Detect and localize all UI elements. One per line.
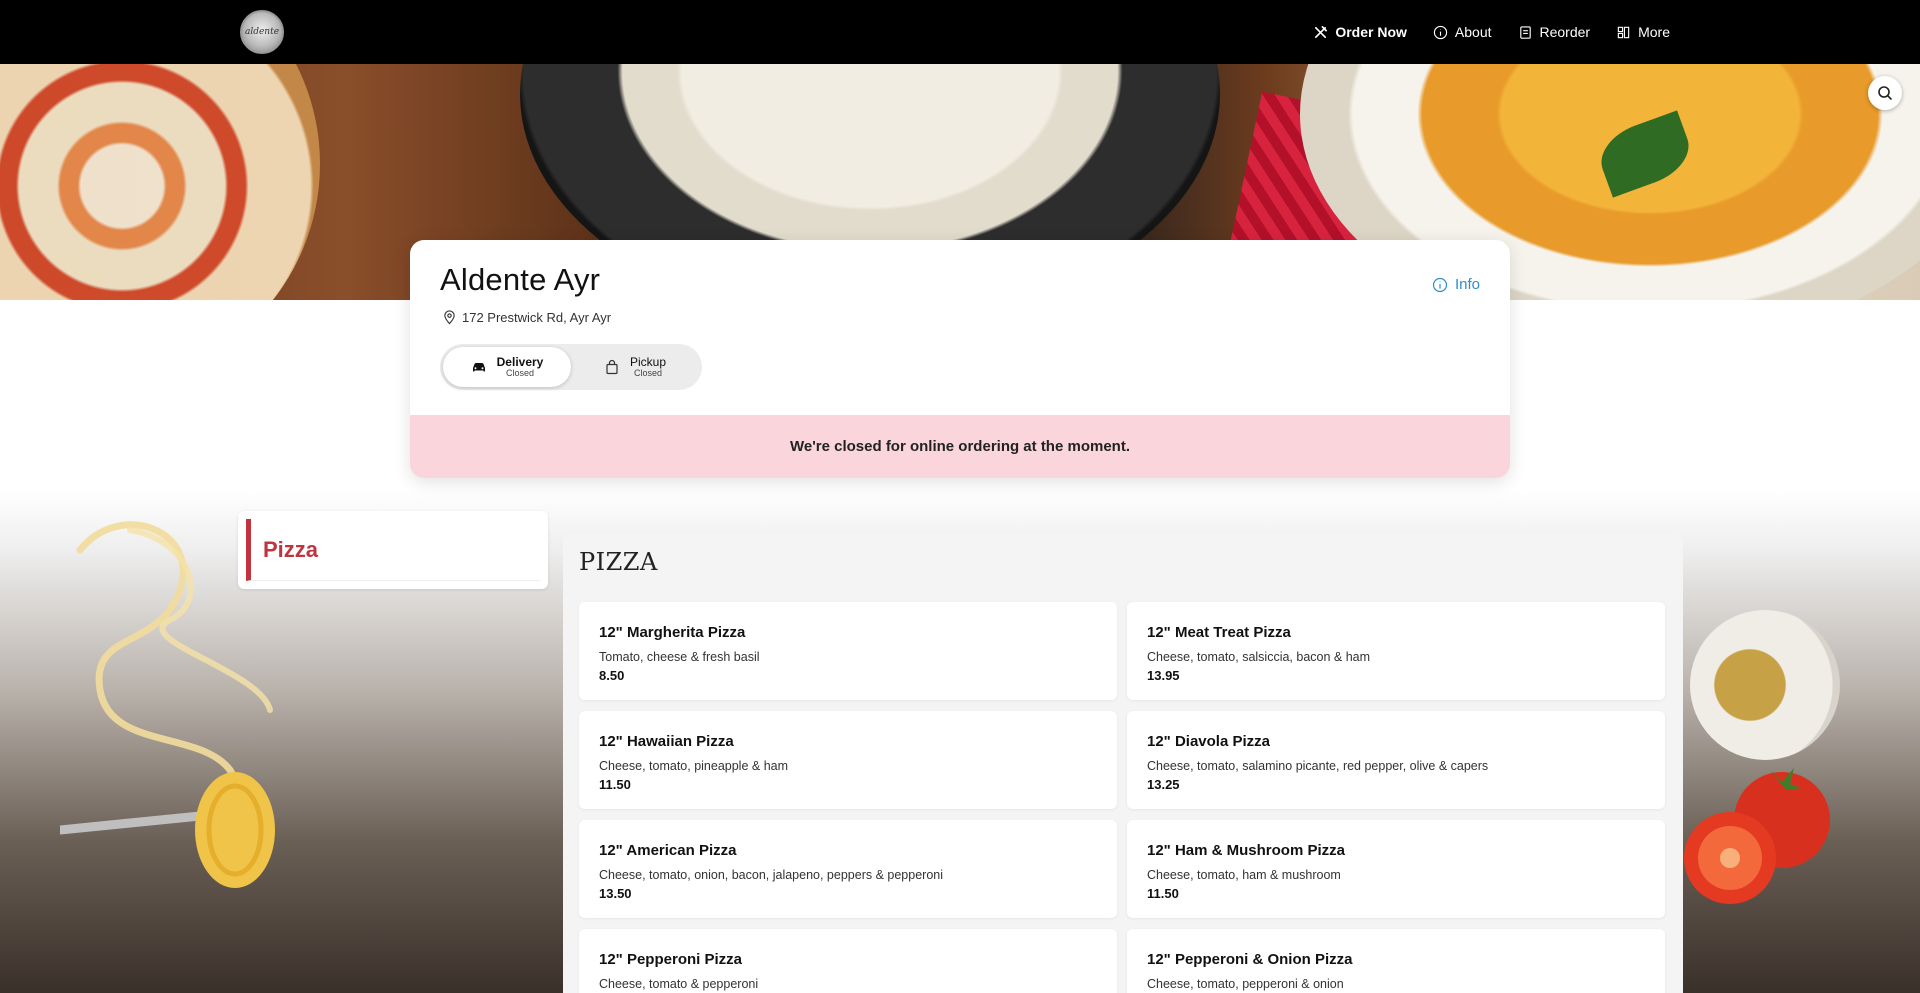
shopping-bag-icon [606,359,618,375]
menu-item-price: 13.50 [599,886,632,901]
menu-item-price: 11.50 [1147,886,1179,901]
receipt-icon [1519,25,1531,39]
menu-item-description: Cheese, tomato, pineapple & ham [599,759,789,773]
menu-item-name: 12" Pepperoni & Onion Pizza [1147,951,1353,968]
info-circle-icon [1432,277,1448,292]
menu-item-name: 12" Pepperoni Pizza [599,951,742,968]
menu-item[interactable]: 12" Pepperoni Pizza Cheese, tomato & pep… [579,929,1117,993]
utensils-icon [1315,25,1328,38]
restaurant-address: 172 Prestwick Rd, Ayr Ayr [442,310,611,325]
menu-item-price: 13.95 [1147,668,1180,683]
grid-icon [1617,26,1630,38]
menu-item-name: 12" Meat Treat Pizza [1147,624,1291,641]
menu-item-price: 13.25 [1147,777,1180,792]
location-pin-icon [444,310,455,325]
menu-item-name: 12" American Pizza [599,842,737,859]
nav-menu: Order Now About Reorder More [1313,0,1670,64]
menu-item-description: Cheese, tomato & pepperoni [599,977,759,991]
nav-about[interactable]: About [1433,24,1492,40]
restaurant-address-text: 172 Prestwick Rd, Ayr Ayr [462,310,612,325]
menu-section-title: PIZZA [579,548,658,576]
menu-item-price: 8.50 [599,668,625,683]
order-mode-toggle: Delivery Closed Pickup Closed [440,344,702,390]
category-label: Pizza [263,536,319,562]
menu-item-description: Cheese, tomato, salamino picante, red pe… [1147,759,1489,773]
hero-pizza-image [0,64,320,300]
menu-item-name: 12" Ham & Mushroom Pizza [1147,842,1345,859]
menu-item-description: Cheese, tomato, pepperoni & onion [1147,977,1344,991]
nav-order-now-label: Order Now [1335,24,1407,40]
menu-item-name: 12" Margherita Pizza [599,624,746,641]
menu-item[interactable]: 12" Margherita Pizza Tomato, cheese & fr… [579,602,1117,700]
pickup-option[interactable]: Pickup Closed [571,347,699,387]
nav-more[interactable]: More [1616,24,1670,40]
nav-more-label: More [1638,24,1670,40]
delivery-option[interactable]: Delivery Closed [443,347,571,387]
pasta-plate-illustration [1690,610,1840,760]
menu-item[interactable]: 12" Ham & Mushroom Pizza Cheese, tomato,… [1127,820,1665,918]
restaurant-name: Aldente Ayr [440,262,601,297]
nav-about-label: About [1454,24,1492,40]
menu-item-name: 12" Hawaiian Pizza [599,733,734,750]
menu-item[interactable]: 12" Pepperoni & Onion Pizza Cheese, toma… [1127,929,1665,993]
menu-item-description: Cheese, tomato, salsiccia, bacon & ham [1147,650,1371,664]
menu-section-pizza: PIZZA 12" Margherita Pizza Tomato, chees… [563,534,1683,993]
category-sidebar: Pizza [238,511,548,589]
nav-order-now[interactable]: Order Now [1313,24,1407,40]
search-button[interactable] [1868,76,1902,110]
info-link-label: Info [1454,276,1480,293]
nav-reorder[interactable]: Reorder [1518,24,1591,40]
menu-item-description: Tomato, cheese & fresh basil [599,650,760,664]
search-icon [1878,86,1892,100]
info-link[interactable]: Info [1432,276,1480,293]
menu-item-price: 11.50 [599,777,631,792]
menu-item-name: 12" Diavola Pizza [1147,733,1271,750]
category-item-pizza[interactable]: Pizza [246,519,540,581]
nav-reorder-label: Reorder [1539,24,1591,40]
top-navigation-bar: aldente Order Now About Reorder More [0,0,1920,64]
restaurant-logo[interactable]: aldente [240,10,284,54]
pickup-status: Closed [633,367,662,378]
delivery-label: Delivery [496,354,544,369]
menu-item-description: Cheese, tomato, ham & mushroom [1147,868,1341,882]
restaurant-info-card: Aldente Ayr 172 Prestwick Rd, Ayr Ayr In… [410,240,1510,478]
menu-item[interactable]: 12" Meat Treat Pizza Cheese, tomato, sal… [1127,602,1665,700]
car-icon [472,363,485,372]
delivery-status: Closed [505,367,534,378]
tomatoes-illustration [1684,768,1830,904]
menu-item[interactable]: 12" American Pizza Cheese, tomato, onion… [579,820,1117,918]
pickup-label: Pickup [629,354,667,369]
menu-item[interactable]: 12" Hawaiian Pizza Cheese, tomato, pinea… [579,711,1117,809]
menu-item-description: Cheese, tomato, onion, bacon, jalapeno, … [599,868,943,882]
closed-notice-banner: We're closed for online ordering at the … [410,415,1510,478]
logo-text: aldente [244,27,280,37]
info-icon [1433,25,1448,39]
menu-item[interactable]: 12" Diavola Pizza Cheese, tomato, salami… [1127,711,1665,809]
